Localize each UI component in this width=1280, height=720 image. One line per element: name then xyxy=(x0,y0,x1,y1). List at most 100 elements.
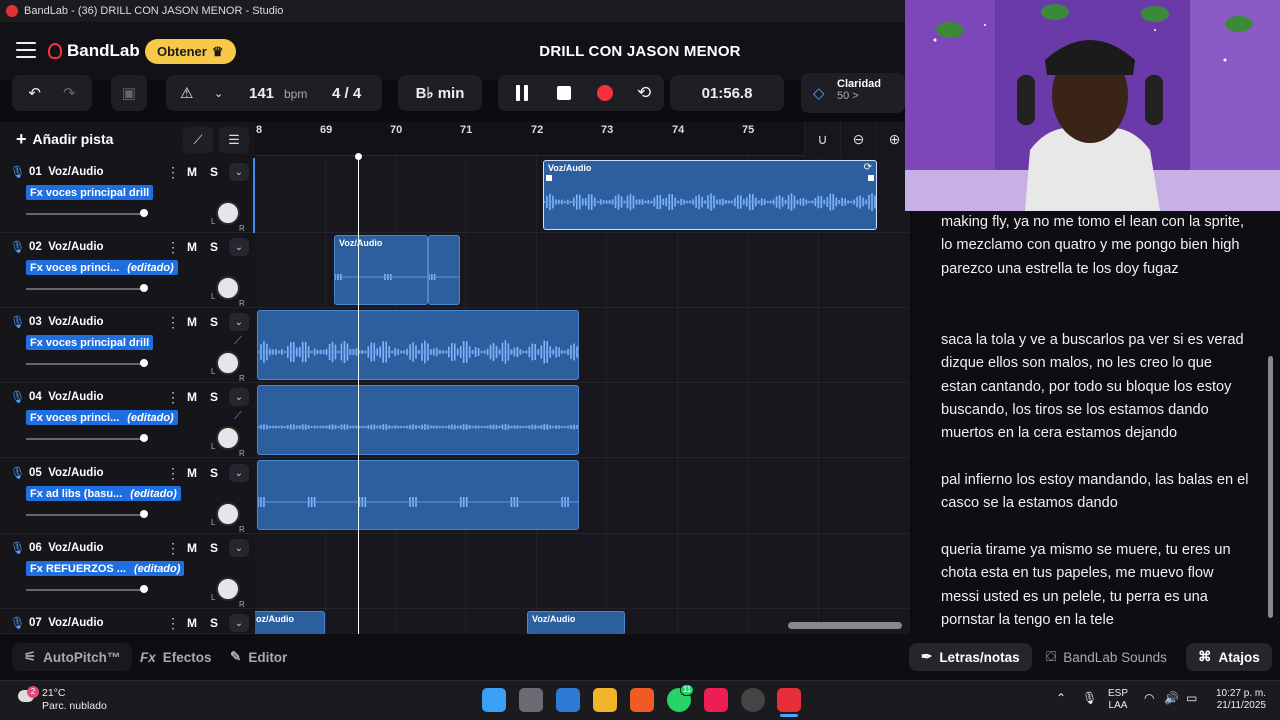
pan-knob[interactable] xyxy=(216,276,240,300)
volume-slider-handle[interactable] xyxy=(140,359,148,367)
microphone-icon[interactable]: 🎙 xyxy=(10,315,25,329)
track-options-icon[interactable]: ⋮ xyxy=(166,540,180,557)
fx-preset-badge[interactable]: Fx REFUERZOS ... (editado) xyxy=(26,561,185,576)
language-indicator[interactable]: ESP LAA xyxy=(1108,688,1128,712)
track-options-icon[interactable]: ⋮ xyxy=(166,465,180,482)
volume-slider[interactable] xyxy=(26,363,144,365)
chevron-down-icon[interactable]: ⌄ xyxy=(229,539,249,557)
pan-knob[interactable] xyxy=(216,577,240,601)
track-options-icon[interactable]: ⋮ xyxy=(166,314,180,331)
menu-icon[interactable] xyxy=(16,42,36,58)
track-lane[interactable] xyxy=(255,534,910,609)
loop-icon[interactable]: ⟲ xyxy=(637,83,651,103)
zoom-out-icon[interactable]: ⊖ xyxy=(840,122,876,156)
clip-handle[interactable] xyxy=(546,175,552,181)
autopitch-button[interactable]: ⚟ AutoPitch™ xyxy=(12,643,133,671)
mute-button[interactable]: M xyxy=(182,388,202,406)
metronome-icon[interactable]: ⚠ xyxy=(180,84,193,102)
automation-curve-icon[interactable]: ⟋ xyxy=(234,410,242,423)
lyrics-paragraph[interactable]: saca la tola y ve a buscarlos pa ver si … xyxy=(941,329,1251,445)
claridad-panel[interactable]: ◇ Claridad 50 > xyxy=(801,73,905,113)
volume-slider[interactable] xyxy=(26,589,144,591)
clock[interactable]: 10:27 p. m. 21/11/2025 xyxy=(1206,688,1266,712)
audio-clip[interactable] xyxy=(257,460,579,530)
obs-icon[interactable] xyxy=(741,688,765,712)
mixer-icon[interactable]: ☰ xyxy=(219,127,249,153)
bpm-value[interactable]: 141 xyxy=(249,85,274,102)
solo-button[interactable]: S xyxy=(204,313,224,331)
lyrics-paragraph[interactable]: queria tirame ya mismo se muere, tu eres… xyxy=(941,539,1251,632)
lyrics-panel[interactable]: making fly, ya no me tomo el lean con la… xyxy=(913,211,1280,634)
track-header[interactable]: 🎙 07 Voz/Audio ⋮ M S ⌄ xyxy=(0,609,255,634)
letras-notas-tab[interactable]: ✒ Letras/notas xyxy=(909,643,1032,671)
whatsapp-icon[interactable]: 11 xyxy=(667,684,694,712)
track-options-icon[interactable]: ⋮ xyxy=(166,389,180,406)
microphone-tray-icon[interactable]: 🎙 xyxy=(1082,692,1097,704)
fx-preset-badge[interactable]: Fx ad libs (basu... (editado) xyxy=(26,486,181,501)
weather-widget[interactable]: 21°C Parc. nublado xyxy=(42,687,107,713)
microphone-icon[interactable]: 🎙 xyxy=(10,240,25,254)
mute-button[interactable]: M xyxy=(182,163,202,181)
volume-slider[interactable] xyxy=(26,514,144,516)
bandlab-taskbar-icon[interactable] xyxy=(777,688,801,712)
redo-icon[interactable]: ↷ xyxy=(63,84,76,102)
track-header[interactable]: 🎙 04 Voz/Audio ⋮ M S ⌄ Fx voces princi... (edit… xyxy=(0,383,255,458)
volume-slider-handle[interactable] xyxy=(140,209,148,217)
volume-slider[interactable] xyxy=(26,438,144,440)
file-explorer-icon[interactable] xyxy=(593,688,617,712)
track-header[interactable]: 🎙 03 Voz/Audio ⋮ M S ⌄ Fx voces principal dril… xyxy=(0,308,255,383)
audio-clip[interactable] xyxy=(257,385,579,455)
mute-button[interactable]: M xyxy=(182,539,202,557)
audio-clip[interactable]: Voz/Audio xyxy=(334,235,428,305)
audio-clip[interactable]: Voz/Audio ⟳ xyxy=(543,160,877,230)
horizontal-scrollbar[interactable] xyxy=(788,622,902,629)
volume-slider[interactable] xyxy=(26,213,144,215)
microphone-icon[interactable]: 🎙 xyxy=(10,390,25,404)
save-icon[interactable]: ▣ xyxy=(111,75,147,111)
undo-icon[interactable]: ↶ xyxy=(28,84,41,102)
time-signature[interactable]: 4 / 4 xyxy=(332,85,361,102)
tray-overflow-icon[interactable]: ⌃ xyxy=(1056,692,1066,704)
chevron-down-icon[interactable]: ⌄ xyxy=(229,464,249,482)
snap-magnet-icon[interactable]: ∪ xyxy=(804,122,840,156)
microphone-icon[interactable]: 🎙 xyxy=(10,616,25,630)
microphone-icon[interactable]: 🎙 xyxy=(10,541,25,555)
pan-knob[interactable] xyxy=(216,201,240,225)
audio-clip[interactable]: oz/Audio xyxy=(255,611,325,634)
editor-button[interactable]: ✎ Editor xyxy=(230,643,287,671)
task-view-icon[interactable] xyxy=(519,688,543,712)
brand-logo[interactable]: BandLab xyxy=(48,41,140,61)
audio-clip[interactable] xyxy=(428,235,460,305)
pause-button[interactable] xyxy=(516,85,528,101)
volume-slider-handle[interactable] xyxy=(140,284,148,292)
chevron-down-icon[interactable]: ⌄ xyxy=(229,313,249,331)
solo-button[interactable]: S xyxy=(204,464,224,482)
clip-handle[interactable] xyxy=(868,175,874,181)
tiktok-icon[interactable] xyxy=(704,688,728,712)
store-icon[interactable] xyxy=(556,688,580,712)
track-options-icon[interactable]: ⋮ xyxy=(166,615,180,632)
atajos-button[interactable]: ⌘ Atajos xyxy=(1186,643,1272,671)
chevron-down-icon[interactable]: ⌄ xyxy=(229,163,249,181)
fx-preset-badge[interactable]: Fx voces principal drill xyxy=(26,185,154,200)
volume-slider-handle[interactable] xyxy=(140,585,148,593)
track-options-icon[interactable]: ⋮ xyxy=(166,164,180,181)
stop-button[interactable] xyxy=(557,86,571,100)
volume-slider-handle[interactable] xyxy=(140,434,148,442)
pan-knob[interactable] xyxy=(216,351,240,375)
record-button[interactable] xyxy=(597,85,613,101)
track-header[interactable]: 🎙 01 Voz/Audio ⋮ M S ⌄ Fx voces principal dril… xyxy=(0,158,255,233)
mute-button[interactable]: M xyxy=(182,313,202,331)
lyrics-paragraph[interactable]: making fly, ya no me tomo el lean con la… xyxy=(941,211,1251,281)
mute-button[interactable]: M xyxy=(182,464,202,482)
metronome-dropdown-icon[interactable]: ⌄ xyxy=(214,87,223,100)
key-selector[interactable]: B♭ min xyxy=(398,75,482,111)
mute-button[interactable]: M xyxy=(182,238,202,256)
track-header[interactable]: 🎙 06 Voz/Audio ⋮ M S ⌄ Fx REFUERZOS ... (editad… xyxy=(0,534,255,609)
track-header[interactable]: 🎙 05 Voz/Audio ⋮ M S ⌄ Fx ad libs (basu... (edi… xyxy=(0,459,255,534)
obtener-button[interactable]: Obtener ♛ xyxy=(145,39,236,64)
automation-curve-icon[interactable]: ⟋ xyxy=(234,335,242,348)
audio-clip[interactable]: Voz/Audio xyxy=(527,611,625,634)
timeline[interactable]: 8 69 70 71 72 73 74 75 Voz/Audio ⟳ Voz/Aud… xyxy=(255,122,910,634)
fx-preset-badge[interactable]: Fx voces princi... (editado) xyxy=(26,260,178,275)
